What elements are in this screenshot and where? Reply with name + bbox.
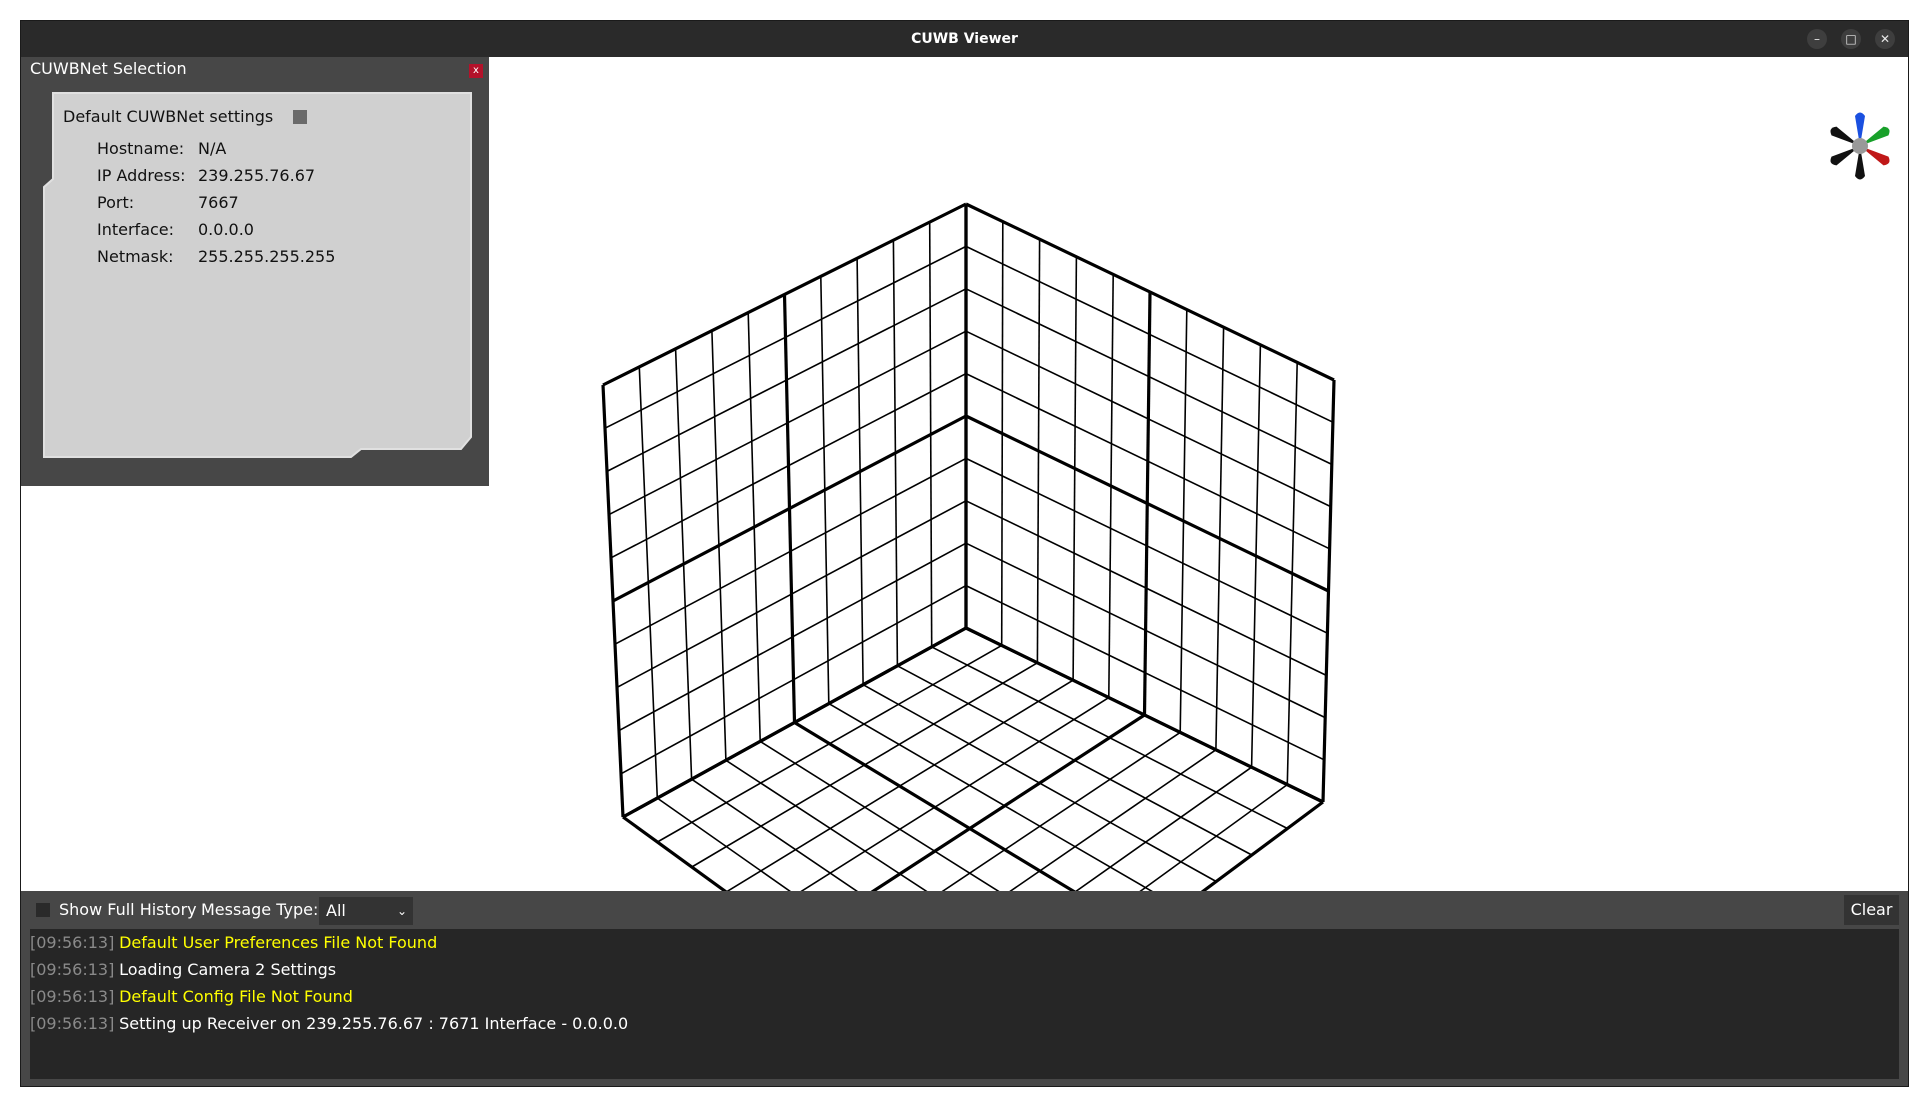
port-value: 7667 — [198, 193, 239, 212]
log-output[interactable]: [09:56:13] Default User Preferences File… — [30, 929, 1899, 1079]
interface-value: 0.0.0.0 — [198, 220, 254, 239]
show-full-history-label[interactable]: Show Full History — [59, 891, 197, 929]
grid-major-line — [870, 713, 1146, 891]
netmask-value: 255.255.255.255 — [198, 247, 336, 266]
hostname-row: Hostname: N/A — [97, 139, 226, 158]
app-window: CUWB Viewer – □ ✕ CUWBNet Selection x De… — [20, 20, 1909, 1087]
minimize-button[interactable]: – — [1807, 29, 1827, 49]
log-message: Default User Preferences File Not Found — [119, 933, 438, 952]
hostname-value: N/A — [198, 139, 227, 158]
grid-line — [725, 759, 928, 891]
title-bar[interactable]: CUWB Viewer – □ ✕ — [21, 21, 1908, 57]
log-line: [09:56:13] Setting up Receiver on 239.25… — [30, 1010, 1899, 1037]
interface-row: Interface: 0.0.0.0 — [97, 220, 254, 239]
default-settings-label: Default CUWBNet settings — [63, 107, 274, 126]
message-console: Show Full History Message Type: All ⌄ Cl… — [21, 891, 1908, 1086]
grid-major-line — [622, 815, 728, 891]
port-label: Port: — [97, 193, 135, 212]
close-window-button[interactable]: ✕ — [1875, 29, 1895, 49]
netmask-row: Netmask: 255.255.255.255 — [97, 247, 335, 266]
axis-center[interactable] — [1852, 138, 1868, 154]
console-toolbar: Show Full History Message Type: All ⌄ Cl… — [21, 891, 1908, 929]
ip-address-value: 239.255.76.67 — [198, 166, 316, 185]
interface-label: Interface: — [97, 220, 175, 239]
message-type-value: All — [326, 901, 346, 920]
show-full-history-checkbox[interactable] — [36, 903, 50, 917]
grid-major-line — [1321, 379, 1336, 803]
grid-line — [711, 330, 727, 761]
ip-address-row: IP Address: 239.255.76.67 — [97, 166, 315, 185]
log-message: Loading Camera 2 Settings — [119, 960, 337, 979]
cuwbnet-selection-panel: CUWBNet Selection x Default CUWBNet sett… — [21, 57, 489, 486]
panel-title: CUWBNet Selection — [30, 59, 187, 78]
log-line: [09:56:13] Default User Preferences File… — [30, 929, 1899, 956]
ip-address-label: IP Address: — [97, 166, 186, 185]
axis-orientation-icon[interactable] — [1815, 101, 1905, 191]
panel-body: Default CUWBNet settings Hostname: N/A IP… — [41, 81, 471, 461]
grid-line — [674, 348, 693, 780]
panel-close-button[interactable]: x — [469, 64, 483, 78]
default-settings-checkbox[interactable] — [293, 109, 308, 124]
port-row: Port: 7667 — [97, 193, 239, 212]
clear-button[interactable]: Clear — [1844, 895, 1899, 925]
log-timestamp: [09:56:13] — [30, 960, 115, 979]
log-timestamp: [09:56:13] — [30, 933, 115, 952]
grid-line — [747, 312, 761, 742]
log-line: [09:56:13] Default Config File Not Found — [30, 983, 1899, 1010]
message-type-select[interactable]: All ⌄ — [319, 897, 413, 925]
log-timestamp: [09:56:13] — [30, 1014, 115, 1033]
log-timestamp: [09:56:13] — [30, 987, 115, 1006]
window-title: CUWB Viewer — [911, 31, 1018, 47]
log-line: [09:56:13] Loading Camera 2 Settings — [30, 956, 1899, 983]
netmask-label: Netmask: — [97, 247, 174, 266]
default-settings-row[interactable]: Default CUWBNet settings — [63, 107, 308, 126]
hostname-label: Hostname: — [97, 139, 185, 158]
log-message: Setting up Receiver on 239.255.76.67 : 7… — [119, 1014, 629, 1033]
grid-line — [638, 366, 659, 799]
chevron-down-icon: ⌄ — [396, 904, 407, 918]
log-message: Default Config File Not Found — [119, 987, 353, 1006]
grid-line — [941, 731, 1181, 891]
grid-major-line — [601, 384, 625, 818]
message-type-label: Message Type: — [201, 900, 319, 919]
maximize-button[interactable]: □ — [1841, 29, 1861, 49]
